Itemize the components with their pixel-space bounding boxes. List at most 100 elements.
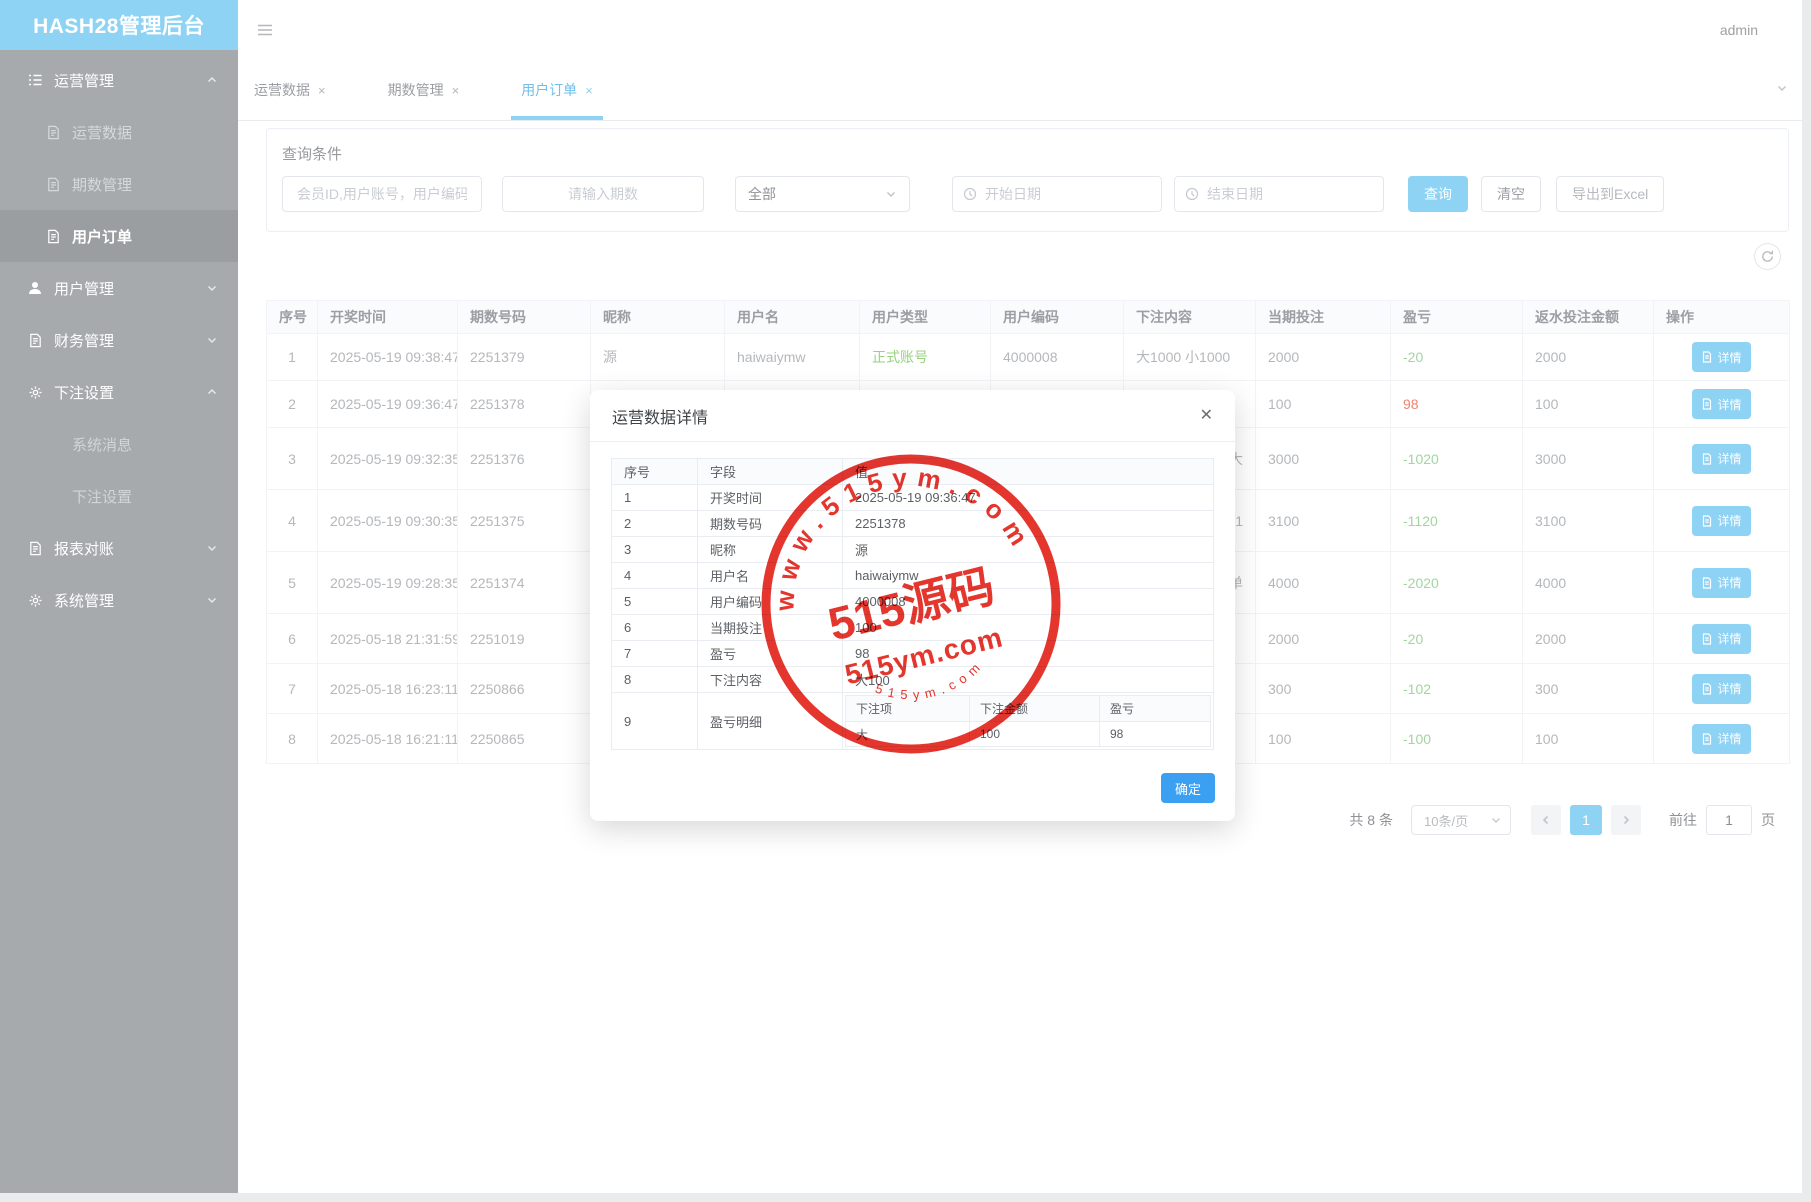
sidebar-item[interactable]: 运营数据: [0, 106, 238, 158]
document-icon: [1701, 452, 1713, 465]
sidebar-item[interactable]: 用户订单: [0, 210, 238, 262]
sidebar-item[interactable]: 系统消息: [0, 418, 238, 470]
cell-bet-amount: 100: [1255, 713, 1391, 764]
issue-search-input[interactable]: [502, 176, 704, 212]
sidebar-item-label: 系统管理: [54, 592, 115, 610]
cell-bet-amount: 2000: [1255, 613, 1391, 664]
confirm-button[interactable]: 确定: [1161, 773, 1215, 803]
refresh-button[interactable]: [1754, 243, 1781, 270]
nested-cell-bet-item: 大: [845, 721, 970, 747]
sidebar-item[interactable]: 下注设置: [0, 470, 238, 522]
cell-index: 7: [266, 663, 318, 714]
table-header-cell: 下注内容: [1123, 300, 1256, 334]
search-button[interactable]: 查询: [1408, 176, 1468, 212]
modal-detail-row: 9 盈亏明细 下注项 下注金额 盈亏 大 100 98: [611, 692, 1214, 750]
doc-icon: [44, 175, 62, 193]
modal-footer: 确定: [1161, 773, 1215, 803]
current-page-button[interactable]: 1: [1570, 805, 1602, 835]
user-type-select-value: 全部: [748, 186, 776, 202]
detail-button-label: 详情: [1717, 514, 1742, 528]
cell-profit-loss: -100: [1390, 713, 1523, 764]
cell-draw-time: 2025-05-19 09:30:35: [317, 489, 458, 552]
user-name[interactable]: admin: [1720, 22, 1758, 38]
tab-close-icon[interactable]: ×: [318, 83, 326, 98]
cell-index: 8: [266, 713, 318, 764]
sidebar-item[interactable]: 系统管理: [0, 574, 238, 626]
cell-profit-loss: -20: [1390, 613, 1523, 664]
detail-modal: 运营数据详情 ✕ 序号 字段值 1 开奖时间 2025-05-19 09:36:…: [590, 390, 1235, 821]
tab-close-icon[interactable]: ×: [585, 83, 593, 98]
table-header-cell: 序号: [266, 300, 318, 334]
sidebar-item[interactable]: 用户管理: [0, 262, 238, 314]
gear-icon: [26, 383, 44, 401]
cell-index: 6: [266, 613, 318, 664]
detail-button[interactable]: 详情: [1692, 505, 1751, 536]
clear-button[interactable]: 清空: [1481, 176, 1541, 212]
prev-page-button[interactable]: [1531, 805, 1561, 835]
page-size-select[interactable]: 10条/页: [1411, 805, 1511, 835]
cell-rebate-amount: 4000: [1522, 551, 1654, 614]
chevron-down-icon: [885, 188, 897, 200]
sidebar-item[interactable]: 财务管理: [0, 314, 238, 366]
close-icon[interactable]: ✕: [1200, 407, 1213, 424]
sidebar-item[interactable]: 期数管理: [0, 158, 238, 210]
tab-close-icon[interactable]: ×: [452, 83, 460, 98]
doc-icon: [44, 123, 62, 141]
detail-button-label: 详情: [1717, 732, 1742, 746]
detail-button[interactable]: 详情: [1692, 342, 1751, 372]
table-header-cell: 用户名: [724, 300, 860, 334]
modal-cell-field: 用户名: [697, 562, 843, 589]
modal-cell-field: 盈亏: [697, 640, 843, 667]
modal-table-row: 1 开奖时间 2025-05-19 09:36:47: [611, 484, 1214, 511]
goto-page-input[interactable]: [1706, 805, 1752, 835]
sidebar-item[interactable]: 下注设置: [0, 366, 238, 418]
user-icon: [26, 279, 44, 297]
tab[interactable]: 用户订单 ×: [511, 60, 603, 120]
detail-button[interactable]: 详情: [1692, 443, 1751, 474]
start-date-placeholder: 开始日期: [985, 186, 1041, 202]
table-row: 1 2025-05-19 09:38:47 2251379 源 haiwaiym…: [266, 333, 1790, 381]
member-search-input[interactable]: [282, 176, 482, 212]
table-header-cell: 用户编码: [990, 300, 1124, 334]
gear-icon: [26, 591, 44, 609]
filter-title: 查询条件: [282, 146, 343, 163]
next-page-button[interactable]: [1611, 805, 1641, 835]
modal-table-header-row: 序号 字段值: [611, 458, 1214, 485]
cell-index: 4: [266, 489, 318, 552]
start-date-input[interactable]: 开始日期: [952, 176, 1162, 212]
modal-table-row: 6 当期投注 100: [611, 614, 1214, 641]
export-excel-button[interactable]: 导出到Excel: [1556, 176, 1665, 212]
sidebar-item[interactable]: 运营管理: [0, 54, 238, 106]
detail-button[interactable]: 详情: [1692, 567, 1751, 598]
modal-cell-nested: 下注项 下注金额 盈亏 大 100 98: [842, 692, 1214, 750]
filter-card: 查询条件 全部 开始日期 结束日期 查询 清空 导出到Excel: [266, 128, 1789, 232]
sidebar-item-label: 下注设置: [72, 488, 133, 506]
user-type-select[interactable]: 全部: [735, 176, 910, 212]
modal-header-cell: 字段: [697, 458, 843, 485]
modal-table-row: 3 昵称 源: [611, 536, 1214, 563]
end-date-input[interactable]: 结束日期: [1174, 176, 1384, 212]
tab[interactable]: 运营数据 ×: [244, 60, 336, 120]
modal-table-row: 7 盈亏 98: [611, 640, 1214, 667]
list-icon: [26, 71, 44, 89]
table-header-cell: 当期投注: [1255, 300, 1391, 334]
cell-index: 2: [266, 380, 318, 428]
detail-button[interactable]: 详情: [1692, 389, 1751, 419]
detail-button[interactable]: 详情: [1692, 623, 1751, 654]
detail-button[interactable]: 详情: [1692, 673, 1751, 704]
detail-button-label: 详情: [1717, 397, 1742, 412]
cell-nickname: 源: [590, 333, 725, 381]
brand-title: HASH28管理后台: [0, 0, 238, 50]
profit-detail-table: 下注项 下注金额 盈亏 大 100 98: [845, 695, 1211, 747]
modal-cell-field: 期数号码: [697, 510, 843, 537]
modal-table-row: 5 用户编码 4000008: [611, 588, 1214, 615]
chevron-down-icon[interactable]: [1776, 81, 1788, 99]
document-icon: [1701, 682, 1713, 695]
sidebar-item[interactable]: 报表对账: [0, 522, 238, 574]
tab[interactable]: 期数管理 ×: [378, 60, 470, 120]
cell-draw-time: 2025-05-19 09:28:35: [317, 551, 458, 614]
sidebar: HASH28管理后台 运营管理 运营数据 期数管理 用户订单 用户管理 财务管理…: [0, 0, 238, 1193]
hamburger-menu-icon[interactable]: [256, 21, 274, 39]
detail-button[interactable]: 详情: [1692, 723, 1751, 754]
table-header-row: 序号 开奖时间 期数号码 昵称 用户名 用户类型 用户编码 下注内容 当期投注 盈亏 返水投注金额操…: [266, 300, 1790, 334]
